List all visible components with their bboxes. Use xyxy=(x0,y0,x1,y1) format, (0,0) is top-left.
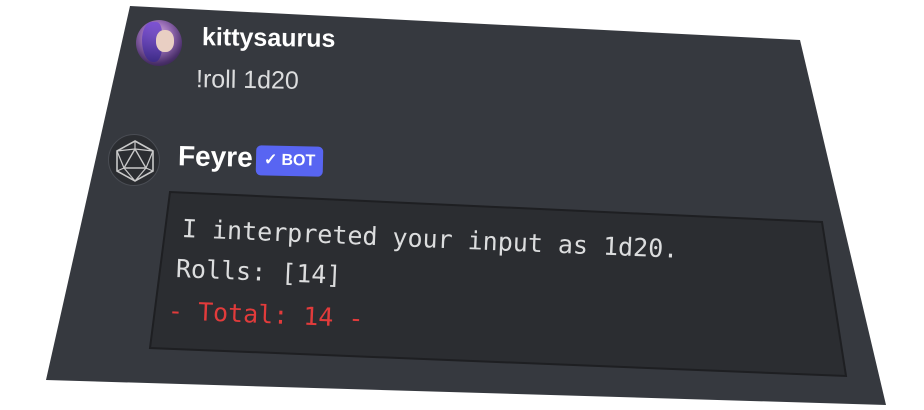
bot-badge-label: BOT xyxy=(281,151,316,170)
user-message-text: !roll 1d20 xyxy=(195,65,300,95)
bot-username[interactable]: Feyre xyxy=(178,140,253,174)
checkmark-icon: ✓ xyxy=(263,151,278,169)
avatar-face xyxy=(156,30,174,52)
bot-avatar[interactable] xyxy=(108,134,160,186)
user-username[interactable]: kittysaurus xyxy=(202,23,336,54)
discord-screenshot: kittysaurus !roll 1d20 Feyre ✓ BOT I inte… xyxy=(0,0,924,410)
d20-dice-icon xyxy=(116,140,154,182)
user-avatar[interactable] xyxy=(136,20,182,66)
bot-badge: ✓ BOT xyxy=(255,145,324,177)
